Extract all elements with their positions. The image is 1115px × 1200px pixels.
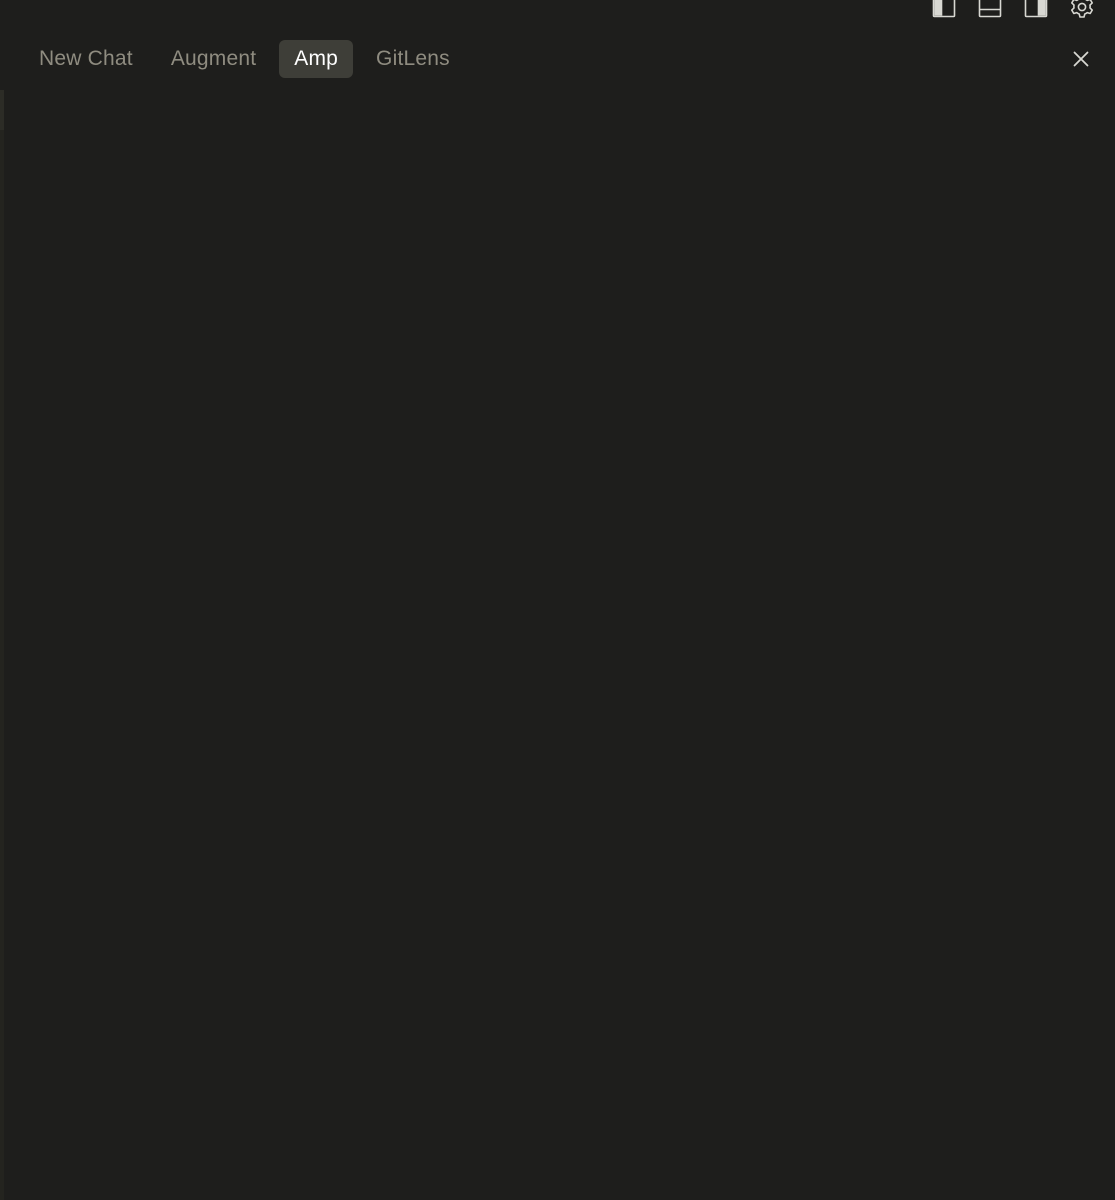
tab-label: Augment — [170, 47, 257, 70]
toggle-secondary-sidebar-icon — [1024, 0, 1048, 18]
toggle-panel-icon — [978, 0, 1002, 18]
tab-label: GitLens — [376, 47, 450, 70]
amp-panel-content — [4, 90, 1115, 1200]
layout-toolbar — [931, 0, 1095, 20]
tab-label: New Chat — [39, 47, 133, 70]
tab-gitlens[interactable]: GitLens — [361, 40, 465, 78]
toggle-primary-sidebar-icon — [932, 0, 956, 18]
close-icon — [1073, 51, 1089, 67]
tab-label: Amp — [294, 47, 339, 70]
toggle-primary-sidebar-button[interactable] — [931, 0, 957, 20]
gear-icon — [1071, 0, 1093, 18]
toggle-secondary-sidebar-button[interactable] — [1023, 0, 1049, 20]
panel-tab-bar: New Chat Augment Amp GitLens — [24, 40, 465, 78]
settings-button[interactable] — [1069, 0, 1095, 20]
tab-amp[interactable]: Amp — [279, 40, 354, 78]
tab-augment[interactable]: Augment — [156, 40, 271, 78]
tab-new-chat[interactable]: New Chat — [24, 40, 148, 78]
toggle-panel-button[interactable] — [977, 0, 1003, 20]
close-panel-button[interactable] — [1069, 47, 1093, 71]
chat-panel-window: New Chat Augment Amp GitLens — [0, 0, 1115, 1200]
